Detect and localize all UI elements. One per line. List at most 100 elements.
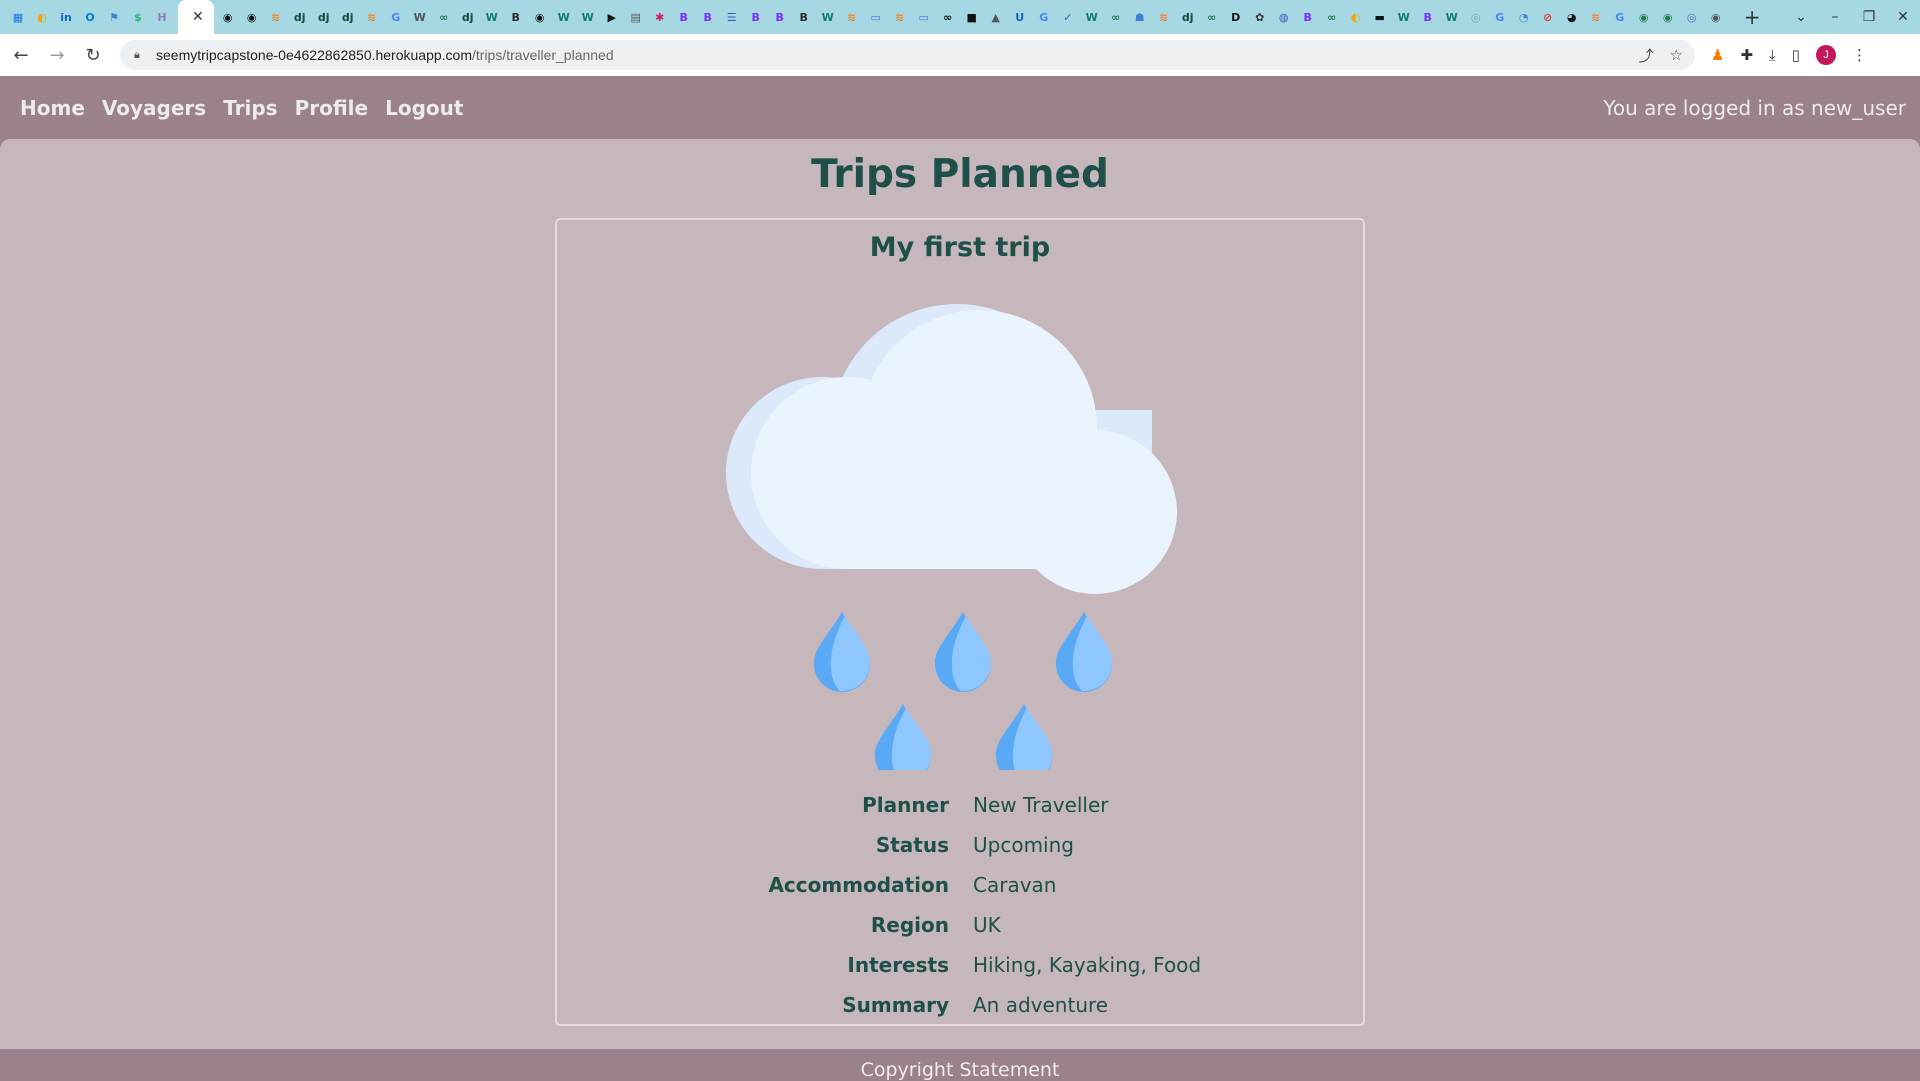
tab-favicon-icon[interactable]: W xyxy=(412,9,428,25)
tab-favicon-icon[interactable]: B xyxy=(748,9,764,25)
tab-favicon-icon[interactable]: ▲ xyxy=(988,9,1004,25)
tab-favicon-icon[interactable]: ◉ xyxy=(1660,9,1676,25)
tab-favicon-icon[interactable]: ▦ xyxy=(10,9,26,25)
tab-favicon-icon[interactable]: ✱ xyxy=(652,9,668,25)
nav-home-link[interactable]: Home xyxy=(20,96,85,120)
tab-favicon-icon[interactable]: ◍ xyxy=(1276,9,1292,25)
tab-favicon-icon[interactable]: ◎ xyxy=(1684,9,1700,25)
tab-favicon-icon[interactable]: in xyxy=(58,9,74,25)
tab-favicon-icon[interactable]: ◎ xyxy=(1468,9,1484,25)
tab-favicon-icon[interactable]: ≋ xyxy=(364,9,380,25)
tab-favicon-icon[interactable]: ◉ xyxy=(532,9,548,25)
tab-favicon-icon[interactable]: dj xyxy=(1180,9,1196,25)
address-bar[interactable]: 🔒︎ seemytripcapstone-0e4622862850.heroku… xyxy=(120,40,1695,70)
tab-favicon-icon[interactable]: B xyxy=(796,9,812,25)
tab-favicon-icon[interactable]: ▭ xyxy=(916,9,932,25)
tab-favicon-icon[interactable]: ⊘ xyxy=(1540,9,1556,25)
tab-favicon-icon[interactable]: O xyxy=(82,9,98,25)
reload-icon[interactable]: ↻ xyxy=(78,40,108,70)
minimize-icon[interactable]: – xyxy=(1818,9,1852,25)
tab-favicon-icon[interactable]: ≋ xyxy=(1588,9,1604,25)
url-text[interactable]: seemytripcapstone-0e4622862850.herokuapp… xyxy=(156,47,614,63)
share-icon[interactable]: ⤴ xyxy=(1639,45,1654,66)
url-host: seemytripcapstone-0e4622862850.herokuapp… xyxy=(156,47,472,63)
tab-favicon-icon[interactable]: ■ xyxy=(964,9,980,25)
tab-favicon-icon[interactable]: dj xyxy=(460,9,476,25)
tab-favicon-icon[interactable]: ≋ xyxy=(892,9,908,25)
tab-search-chevron-icon[interactable]: ⌄ xyxy=(1784,9,1818,25)
restore-icon[interactable]: ❐ xyxy=(1852,9,1886,25)
browser-menu-icon[interactable]: ⋮ xyxy=(1852,46,1867,64)
close-tab-icon[interactable]: ✕ xyxy=(192,9,204,25)
tab-favicon-icon[interactable]: ∞ xyxy=(1324,9,1340,25)
tab-favicon-icon[interactable]: ▤ xyxy=(628,9,644,25)
tab-favicon-icon[interactable]: ▬ xyxy=(1372,9,1388,25)
tab-favicon-icon[interactable]: B xyxy=(772,9,788,25)
tab-favicon-icon[interactable]: ◔ xyxy=(1516,9,1532,25)
tab-favicon-icon[interactable]: ▭ xyxy=(868,9,884,25)
tab-favicon-icon[interactable]: ≋ xyxy=(268,9,284,25)
web-page: Home Voyagers Trips Profile Logout You a… xyxy=(0,76,1920,1081)
forward-arrow-icon[interactable]: → xyxy=(42,40,72,70)
tab-favicon-icon[interactable]: B xyxy=(676,9,692,25)
tab-favicon-icon[interactable]: W xyxy=(1444,9,1460,25)
tab-favicon-icon[interactable]: dj xyxy=(316,9,332,25)
download-icon[interactable]: ⤓ xyxy=(1769,46,1776,64)
tab-favicon-icon[interactable]: ◐ xyxy=(1348,9,1364,25)
extension-icon[interactable]: ♟ xyxy=(1711,46,1724,64)
tab-favicon-icon[interactable]: ◐ xyxy=(34,9,50,25)
tab-favicon-icon[interactable]: ⚑ xyxy=(106,9,122,25)
puzzle-extensions-icon[interactable]: ✚ xyxy=(1740,46,1753,64)
tab-favicon-icon[interactable]: ◉ xyxy=(220,9,236,25)
tab-favicon-icon[interactable]: G xyxy=(1036,9,1052,25)
browser-tabstrip: ▦ ◐ in O ⚑ $ H ✕ ◉ ◉ ≋ dj dj dj ≋ G W ∞ dj W B ◉ W W ▶ ▤ ✱ B B ☰ B B B W ≋… xyxy=(0,0,1920,34)
tab-favicon-icon[interactable]: G xyxy=(388,9,404,25)
tab-favicon-icon[interactable]: B xyxy=(1300,9,1316,25)
tab-favicon-icon[interactable]: W xyxy=(1084,9,1100,25)
tab-favicon-icon[interactable]: ≋ xyxy=(844,9,860,25)
new-tab-button[interactable]: + xyxy=(1744,5,1761,29)
active-tab[interactable]: ✕ xyxy=(178,0,214,34)
back-arrow-icon[interactable]: ← xyxy=(6,40,36,70)
tab-favicon-icon[interactable]: ◉ xyxy=(1636,9,1652,25)
close-window-icon[interactable]: ✕ xyxy=(1886,9,1920,25)
tab-favicon-icon[interactable]: W xyxy=(580,9,596,25)
tab-favicon-icon[interactable]: dj xyxy=(340,9,356,25)
tab-favicon-icon[interactable]: B xyxy=(1420,9,1436,25)
tab-favicon-icon[interactable]: D xyxy=(1228,9,1244,25)
side-panel-icon[interactable]: ▯ xyxy=(1792,46,1800,64)
tab-favicon-icon[interactable]: W xyxy=(1396,9,1412,25)
tab-favicon-icon[interactable]: ✓ xyxy=(1060,9,1076,25)
tab-favicon-icon[interactable]: U xyxy=(1012,9,1028,25)
tab-favicon-icon[interactable]: dj xyxy=(292,9,308,25)
tab-favicon-icon[interactable]: W xyxy=(556,9,572,25)
tab-favicon-icon[interactable]: ✿ xyxy=(1252,9,1268,25)
tab-favicon-icon[interactable]: $ xyxy=(130,9,146,25)
tab-favicon-icon[interactable]: ☗ xyxy=(1132,9,1148,25)
nav-logout-link[interactable]: Logout xyxy=(385,96,463,120)
tab-favicon-icon[interactable]: ◉ xyxy=(1708,9,1724,25)
tab-favicon-icon[interactable]: B xyxy=(700,9,716,25)
nav-voyagers-link[interactable]: Voyagers xyxy=(102,96,206,120)
profile-avatar[interactable]: J xyxy=(1815,45,1836,65)
tab-favicon-icon[interactable]: ∞ xyxy=(1204,9,1220,25)
tab-favicon-icon[interactable]: ▶ xyxy=(604,9,620,25)
tab-favicon-icon[interactable]: ◉ xyxy=(244,9,260,25)
tab-favicon-icon[interactable]: ☰ xyxy=(724,9,740,25)
nav-profile-link[interactable]: Profile xyxy=(295,96,369,120)
tab-favicon-icon[interactable]: B xyxy=(508,9,524,25)
tab-favicon-icon[interactable]: W xyxy=(484,9,500,25)
bookmark-star-icon[interactable]: ☆ xyxy=(1670,46,1683,64)
tab-favicon-icon[interactable]: ≋ xyxy=(1156,9,1172,25)
tab-favicon-icon[interactable]: G xyxy=(1612,9,1628,25)
tab-favicon-icon[interactable]: W xyxy=(820,9,836,25)
lock-icon[interactable]: 🔒︎ xyxy=(134,48,146,62)
tab-favicon-icon[interactable]: G xyxy=(1492,9,1508,25)
tab-favicon-icon[interactable]: ∞ xyxy=(1108,9,1124,25)
tab-favicon-icon[interactable]: ◕ xyxy=(1564,9,1580,25)
detail-label: Summary xyxy=(842,993,949,1017)
tab-favicon-icon[interactable]: ∞ xyxy=(436,9,452,25)
tab-favicon-icon[interactable]: H xyxy=(154,9,170,25)
nav-trips-link[interactable]: Trips xyxy=(223,96,277,120)
tab-favicon-icon[interactable]: ∞ xyxy=(940,9,956,25)
